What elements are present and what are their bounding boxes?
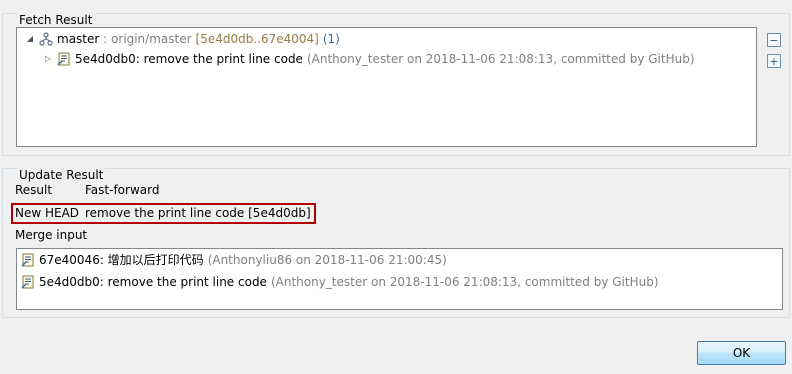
result-label: Result [15, 183, 53, 197]
tree-row-branch[interactable]: ◢ master : origin/master [5e4d0db..67e40… [25, 30, 340, 48]
update-result-title: Update Result [17, 168, 106, 182]
branch-name: master [57, 32, 100, 46]
commit-icon [21, 253, 34, 267]
expand-all-button[interactable]: + [767, 54, 781, 68]
merge-item-meta: (Anthony_tester on 2018-11-06 21:08:13, … [270, 275, 659, 289]
merge-item-id-message: 67e40046: 增加以后打印代码 [39, 253, 204, 267]
merge-input-label: Merge input [15, 228, 88, 242]
new-head-label: New HEAD [15, 206, 80, 220]
expanded-twisty-icon[interactable]: ◢ [25, 34, 35, 44]
fetch-result-title: Fetch Result [17, 13, 95, 27]
commit-icon [57, 52, 70, 66]
fetch-result-tree[interactable]: ◢ master : origin/master [5e4d0db..67e40… [16, 27, 757, 147]
commit-count: (1) [322, 32, 340, 46]
commit-range: [5e4d0db..67e4004] [195, 32, 319, 46]
branch-separator: : [99, 32, 111, 46]
merge-input-item[interactable]: 67e40046: 增加以后打印代码 (Anthonyliu86 on 2018… [21, 251, 447, 269]
collapse-all-button[interactable]: − [767, 33, 781, 47]
collapse-all-icon: − [769, 33, 779, 47]
new-head-value: remove the print line code [5e4d0db] [85, 206, 311, 220]
tree-row-commit[interactable]: ▷ 5e4d0db0: remove the print line code (… [43, 50, 695, 68]
commit-meta: (Anthony_tester on 2018-11-06 21:08:13, … [306, 52, 695, 66]
merge-input-list[interactable]: 67e40046: 增加以后打印代码 (Anthonyliu86 on 2018… [16, 248, 783, 310]
fetch-result-dialog: Fetch Result ◢ master : origin/master [5… [0, 0, 792, 374]
commit-icon [21, 275, 34, 289]
collapsed-twisty-icon[interactable]: ▷ [43, 54, 53, 64]
remote-branch-name: origin/master [111, 32, 192, 46]
ok-button[interactable]: OK [697, 341, 786, 365]
expand-all-icon: + [769, 54, 779, 68]
commit-id-message: 5e4d0db0: remove the print line code [75, 52, 303, 66]
merge-item-id-message: 5e4d0db0: remove the print line code [39, 275, 267, 289]
branch-icon [39, 32, 53, 46]
merge-item-meta: (Anthonyliu86 on 2018-11-06 21:00:45) [207, 253, 447, 267]
merge-input-item[interactable]: 5e4d0db0: remove the print line code (An… [21, 273, 659, 291]
result-value: Fast-forward [85, 183, 160, 197]
